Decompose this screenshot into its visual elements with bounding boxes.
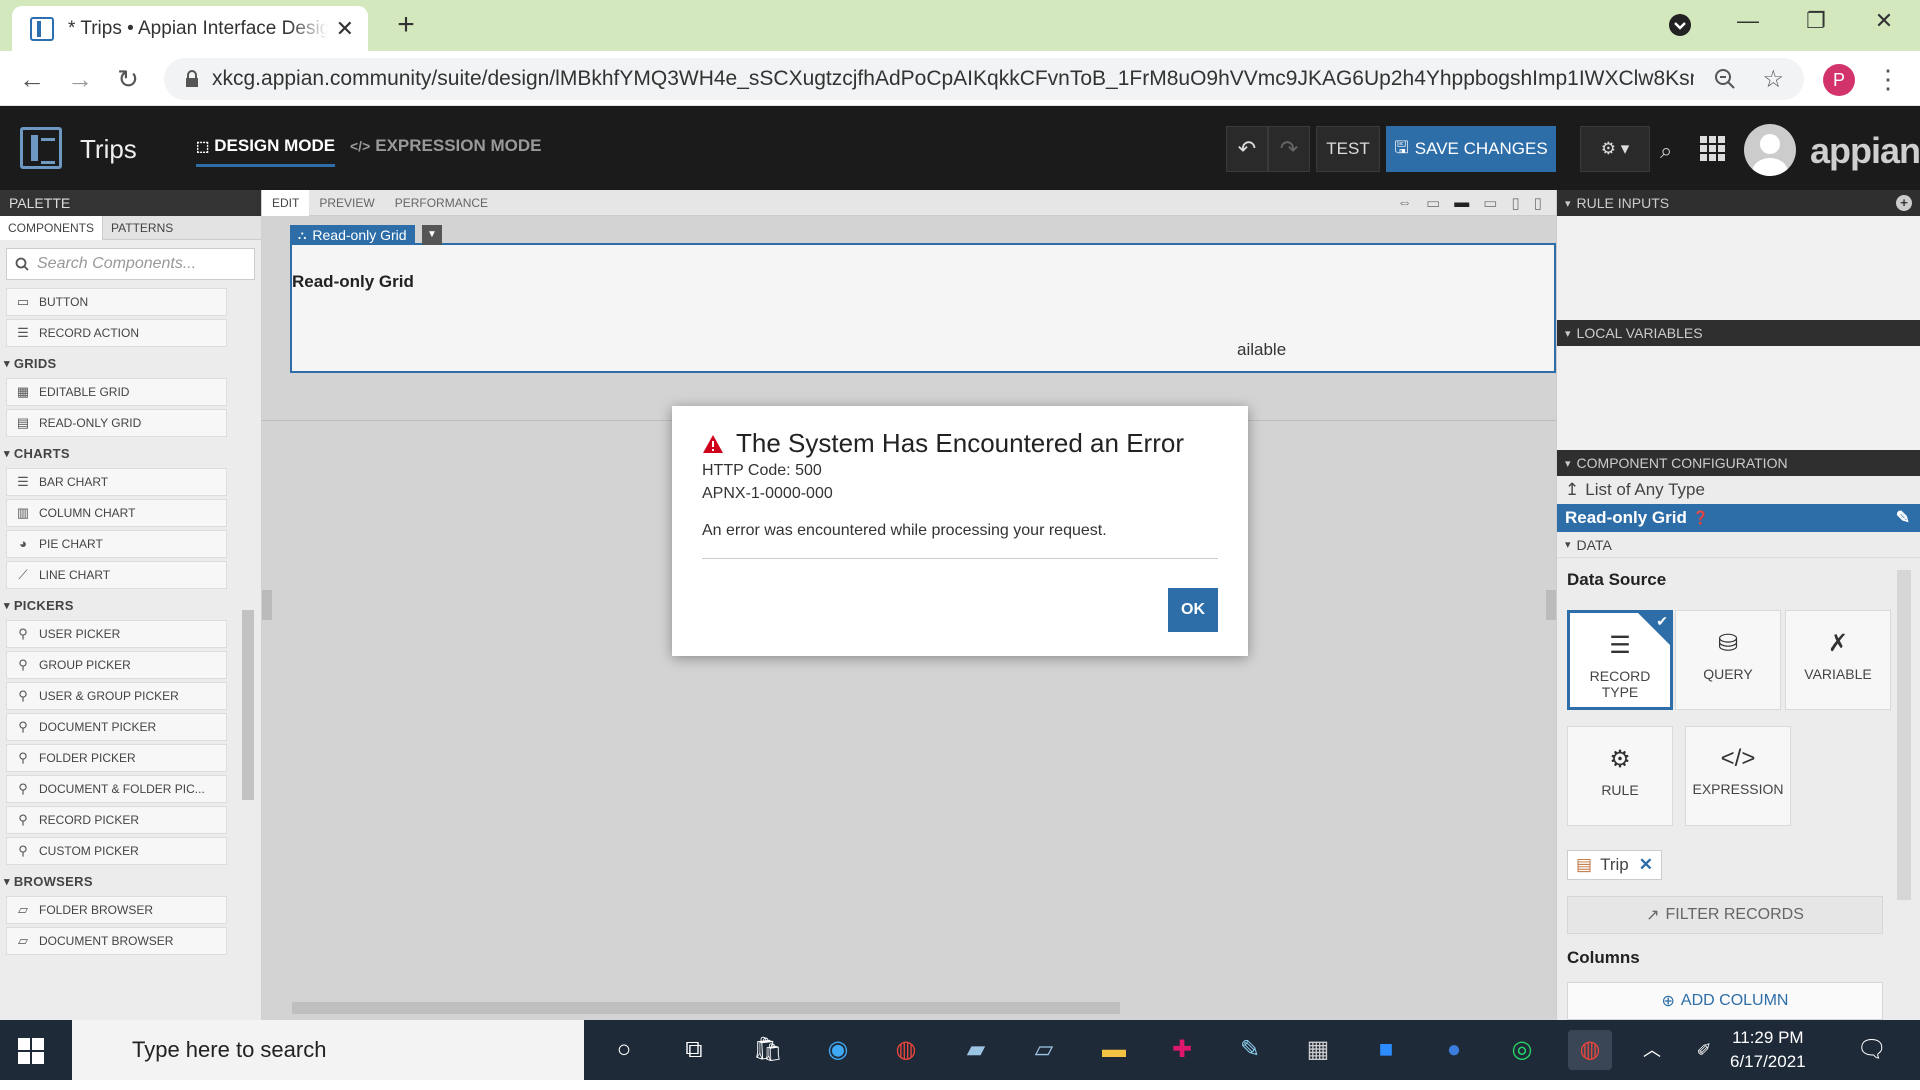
edge-icon[interactable]: ◉ xyxy=(816,1030,860,1070)
clock-date: 6/17/2021 xyxy=(1730,1052,1806,1071)
design-mode-icon: ⬚ xyxy=(196,137,210,154)
clock-time: 11:29 PM xyxy=(1732,1028,1804,1047)
expression-mode-label: EXPRESSION MODE xyxy=(375,136,542,155)
task-view-icon[interactable]: ⧉ xyxy=(672,1030,716,1070)
app-icon-notes[interactable]: ▱ xyxy=(1022,1030,1066,1070)
lock-icon xyxy=(186,70,198,87)
store-icon[interactable]: 🛍 xyxy=(746,1030,790,1070)
back-icon[interactable]: ← xyxy=(16,63,48,95)
http-code: HTTP Code: 500 xyxy=(702,462,822,479)
ok-button[interactable]: OK xyxy=(1168,588,1218,632)
test-button[interactable]: TEST xyxy=(1316,126,1380,172)
address-bar[interactable]: xkcg.appian.community/suite/design/lMBkh… xyxy=(164,58,1804,100)
chrome-icon[interactable]: ◍ xyxy=(884,1030,928,1070)
whatsapp-icon[interactable]: ◎ xyxy=(1500,1030,1544,1070)
taskbar-search-placeholder: Type here to search xyxy=(132,1037,327,1062)
browser-menu-icon[interactable]: ⋮ xyxy=(1872,63,1904,95)
pen-icon[interactable]: ✐ xyxy=(1682,1030,1726,1070)
globe-search-icon[interactable]: ⌕ xyxy=(1660,138,1672,164)
app-grid-icon[interactable] xyxy=(1700,136,1726,162)
cortana-icon[interactable]: ○ xyxy=(602,1030,646,1070)
minimize-icon[interactable]: — xyxy=(1728,8,1768,38)
settings-menu-button[interactable]: ⚙ ▾ xyxy=(1580,126,1650,172)
check-icon: ✔ xyxy=(1656,613,1668,629)
dialog-title-row: The System Has Encountered an Error xyxy=(702,428,1218,459)
notifications-icon[interactable]: 🗨 xyxy=(1850,1030,1894,1070)
close-tab-icon[interactable]: ✕ xyxy=(336,16,354,42)
error-id: APNX-1-0000-000 xyxy=(702,485,833,502)
code-icon: </> xyxy=(350,138,371,154)
zoom-icon[interactable] xyxy=(1714,68,1736,90)
tray-chevron-icon[interactable]: ︿ xyxy=(1630,1030,1674,1070)
warning-icon xyxy=(703,434,723,453)
paint-icon[interactable]: ✎ xyxy=(1228,1030,1272,1070)
expression-mode-tab[interactable]: </> EXPRESSION MODE xyxy=(350,136,542,156)
dialog-title: The System Has Encountered an Error xyxy=(736,428,1184,458)
restore-icon[interactable]: ❐ xyxy=(1796,8,1836,38)
taskbar-clock[interactable]: 11:29 PM 6/17/2021 xyxy=(1730,1026,1806,1074)
slack-icon[interactable]: ✚ xyxy=(1160,1030,1204,1070)
error-message: An error was encountered while processin… xyxy=(702,522,1107,539)
windows-taskbar: Type here to search ○ ⧉ 🛍 ◉ ◍ ▰ ▱ ▬ ✚ ✎ … xyxy=(0,1020,1920,1080)
taskbar-search-input[interactable]: Type here to search xyxy=(72,1020,584,1080)
undo-button[interactable]: ↶ xyxy=(1226,126,1268,172)
calculator-icon[interactable]: ▦ xyxy=(1296,1030,1340,1070)
tab-title: * Trips • Appian Interface Designer xyxy=(68,17,328,39)
file-explorer-icon[interactable]: ▬ xyxy=(1092,1030,1136,1070)
window-close-icon[interactable]: ✕ xyxy=(1864,8,1904,38)
appian-favicon-icon xyxy=(30,16,54,41)
browser-toolbar: ← → ↻ xkcg.appian.community/suite/design… xyxy=(0,51,1920,106)
interface-logo-icon xyxy=(20,127,62,169)
forward-icon[interactable]: → xyxy=(64,63,96,95)
dialog-divider xyxy=(702,558,1218,559)
zoom-app-icon[interactable]: ■ xyxy=(1364,1030,1408,1070)
design-mode-tab[interactable]: ⬚ DESIGN MODE xyxy=(196,136,336,167)
appian-header: Trips ⬚ DESIGN MODE </> EXPRESSION MODE … xyxy=(0,106,1920,190)
app-title: Trips xyxy=(80,134,137,164)
redo-button[interactable]: ↷ xyxy=(1268,126,1310,172)
browser-tab-strip: * Trips • Appian Interface Designer ✕ + … xyxy=(0,0,1920,51)
user-avatar[interactable] xyxy=(1744,124,1796,176)
new-tab-icon[interactable]: + xyxy=(390,8,422,42)
save-changes-button[interactable]: 🖫 SAVE CHANGES xyxy=(1386,126,1556,172)
modal-overlay: The System Has Encountered an Error HTTP… xyxy=(0,190,1920,1020)
save-label: SAVE CHANGES xyxy=(1414,139,1548,158)
appian-logo: appian xyxy=(1810,130,1920,171)
browser-tab[interactable]: * Trips • Appian Interface Designer ✕ xyxy=(12,6,368,51)
design-mode-label: DESIGN MODE xyxy=(214,136,336,155)
tab-search-icon[interactable] xyxy=(1669,14,1691,36)
error-dialog: The System Has Encountered an Error HTTP… xyxy=(672,406,1248,656)
profile-avatar[interactable]: P xyxy=(1823,64,1855,96)
save-icon: 🖫 xyxy=(1394,137,1409,157)
windows-start-icon[interactable] xyxy=(18,1038,44,1064)
bookmark-star-icon[interactable]: ☆ xyxy=(1762,65,1784,94)
url-text: xkcg.appian.community/suite/design/lMBkh… xyxy=(212,67,1695,90)
chrome-active-icon[interactable]: ◍ xyxy=(1568,1030,1612,1070)
app-icon-circle[interactable]: ● xyxy=(1432,1030,1476,1070)
app-icon-blue[interactable]: ▰ xyxy=(954,1030,998,1070)
reload-icon[interactable]: ↻ xyxy=(112,63,144,95)
